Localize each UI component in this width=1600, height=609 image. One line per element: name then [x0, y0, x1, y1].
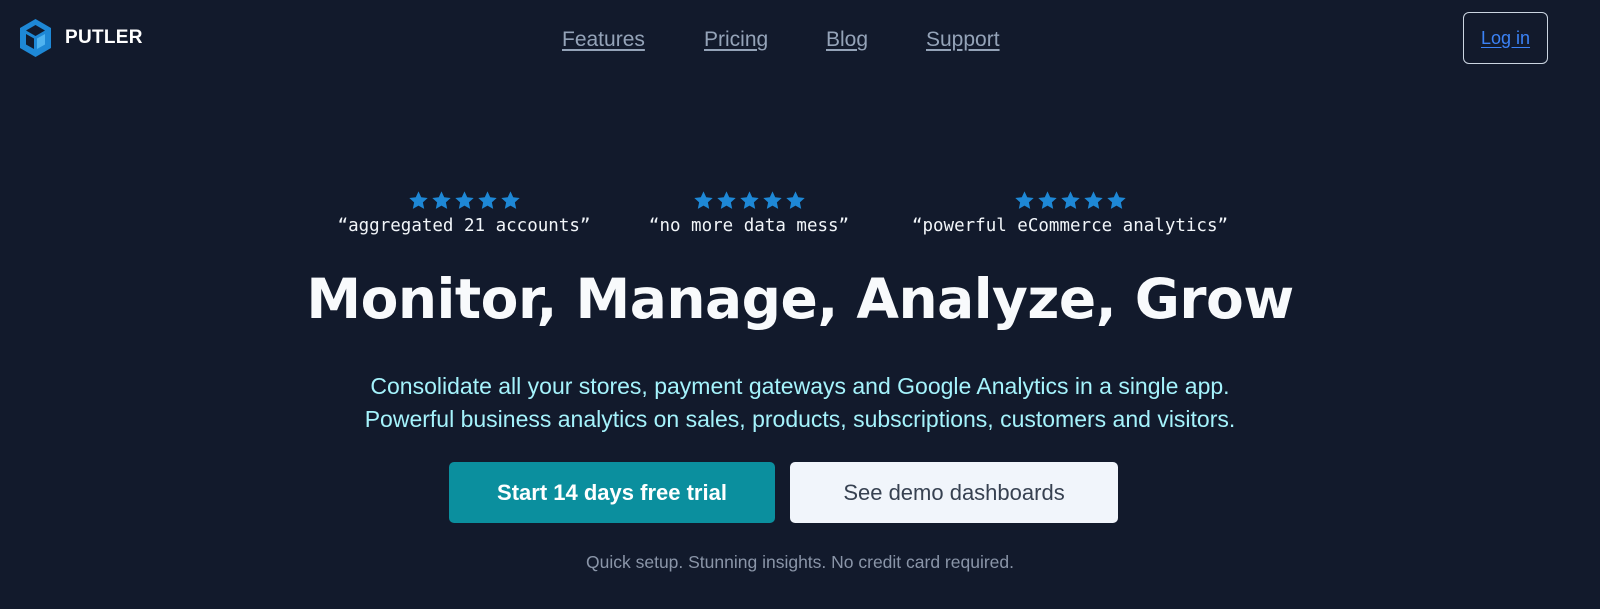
hero-headline: Monitor, Manage, Analyze, Grow [306, 267, 1294, 331]
star-rating [638, 190, 860, 212]
review-quote: “powerful eCommerce analytics” [911, 216, 1229, 236]
star-rating [324, 190, 604, 212]
review-quote: “aggregated 21 accounts” [337, 216, 591, 236]
star-icon [1060, 191, 1080, 209]
nav-link-pricing[interactable]: Pricing [704, 28, 768, 52]
star-rating [895, 190, 1245, 212]
review-3: “powerful eCommerce analytics” [895, 190, 1245, 236]
nav-link-features[interactable]: Features [562, 28, 645, 52]
nav-link-support[interactable]: Support [926, 28, 1000, 52]
star-icon [739, 191, 759, 209]
nav-link-blog[interactable]: Blog [826, 28, 868, 52]
login-button[interactable]: Log in [1463, 12, 1548, 64]
star-icon [762, 191, 782, 209]
review-2: “no more data mess” [638, 190, 860, 236]
star-icon [785, 191, 805, 209]
star-icon [1037, 191, 1057, 209]
star-icon [1106, 191, 1126, 209]
main-nav: Features Pricing Blog Support [0, 28, 1600, 52]
hero-subline-1: Consolidate all your stores, payment gat… [370, 373, 1230, 399]
star-icon [500, 191, 520, 209]
star-icon [1014, 191, 1034, 209]
star-icon [408, 191, 428, 209]
review-quote: “no more data mess” [648, 216, 850, 236]
hero-subline-2: Powerful business analytics on sales, pr… [364, 406, 1236, 432]
star-icon [1083, 191, 1103, 209]
star-icon [454, 191, 474, 209]
review-1: “aggregated 21 accounts” [324, 190, 604, 236]
demo-dashboards-button[interactable]: See demo dashboards [790, 462, 1118, 523]
start-trial-button[interactable]: Start 14 days free trial [449, 462, 775, 523]
star-icon [716, 191, 736, 209]
star-icon [431, 191, 451, 209]
star-icon [693, 191, 713, 209]
landing-page: PUTLER Features Pricing Blog Support Log… [0, 0, 1600, 609]
star-icon [477, 191, 497, 209]
cta-note: Quick setup. Stunning insights. No credi… [586, 552, 1014, 572]
